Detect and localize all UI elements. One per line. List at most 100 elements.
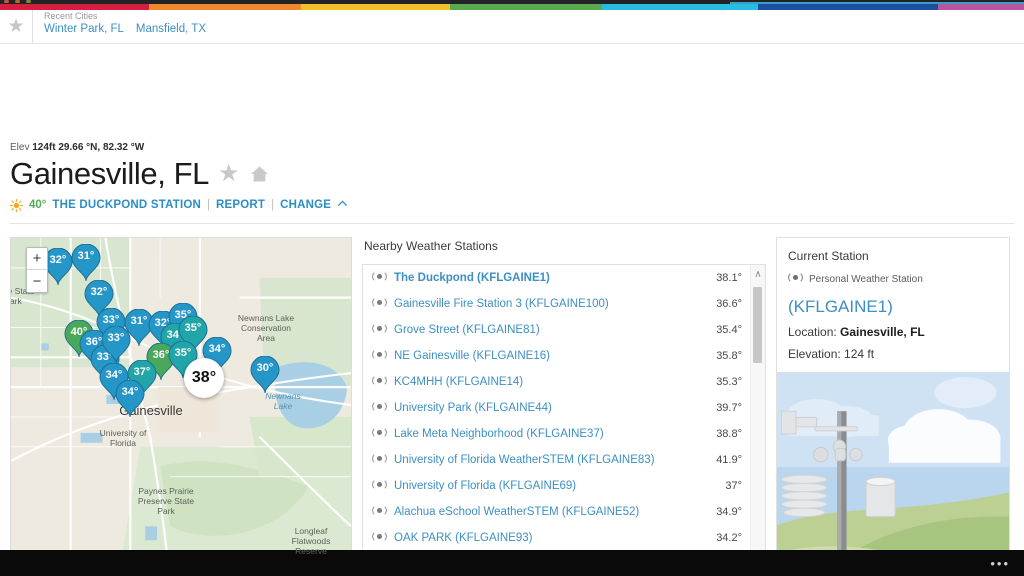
weather-station-illustration bbox=[777, 372, 1009, 563]
map-marker-temperature: 34° bbox=[208, 343, 226, 355]
station-name-link[interactable]: KC4MHH (KFLGAINE14) bbox=[394, 376, 716, 388]
station-name-link[interactable]: Gainesville Fire Station 3 (KFLGAINE100) bbox=[394, 298, 716, 310]
stations-scrollbar[interactable]: ∧ ∨ bbox=[750, 265, 765, 563]
current-station-type-label: Personal Weather Station bbox=[809, 273, 923, 285]
map-marker-temperature: 35° bbox=[174, 347, 192, 359]
rainbow-segment-3 bbox=[449, 4, 602, 10]
station-row[interactable]: KC4MHH (KFLGAINE14) 35.3° bbox=[363, 369, 750, 395]
recent-city-link-1[interactable]: Mansfield, TX bbox=[136, 23, 206, 35]
station-temperature: 35.4° bbox=[716, 324, 742, 336]
station-temperature: 35.3° bbox=[716, 376, 742, 388]
station-name-link[interactable]: NE Gainesville (KFLGAINE16) bbox=[394, 350, 716, 362]
sun-icon bbox=[10, 198, 23, 212]
station-temperature: 35.8° bbox=[716, 350, 742, 362]
map-canvas bbox=[11, 238, 351, 563]
scrollbar-thumb[interactable] bbox=[753, 287, 762, 363]
station-signal-icon bbox=[372, 297, 394, 311]
city-title-row: Gainesville, FL ★ bbox=[10, 156, 1014, 192]
nearby-stations-box: The Duckpond (KFLGAINE1) 38.1° Gainesville… bbox=[362, 264, 766, 564]
station-signal-icon bbox=[788, 272, 803, 286]
elevation-coordinates: Elev 124ft 29.66 °N, 82.32 °W bbox=[10, 141, 1014, 155]
station-row[interactable]: University Park (KFLGAINE44) 39.7° bbox=[363, 395, 750, 421]
recent-cities-links: Winter Park, FL Mansfield, TX bbox=[44, 23, 206, 35]
report-link[interactable]: REPORT bbox=[216, 199, 265, 211]
chrome-dot-1 bbox=[4, 0, 9, 3]
map-zoom-out-button[interactable]: − bbox=[27, 270, 47, 292]
current-station-label[interactable]: THE DUCKPOND STATION bbox=[52, 199, 201, 211]
star-icon: ★ bbox=[7, 16, 25, 37]
chrome-dot-3 bbox=[26, 0, 31, 3]
elev-prefix: Elev bbox=[10, 142, 30, 153]
map-marker-19[interactable]: 30° bbox=[250, 355, 280, 394]
favorites-button[interactable]: ★ bbox=[0, 10, 33, 43]
station-name-link[interactable]: University Park (KFLGAINE44) bbox=[394, 402, 716, 414]
station-name-link[interactable]: The Duckpond (KFLGAINE1) bbox=[394, 272, 716, 284]
station-temperature: 34.9° bbox=[716, 506, 742, 518]
station-temperature: 39.7° bbox=[716, 402, 742, 414]
station-signal-icon bbox=[372, 401, 394, 415]
elevation-value: 124ft bbox=[32, 142, 56, 153]
page-title: Gainesville, FL bbox=[10, 156, 210, 191]
station-row[interactable]: The Duckpond (KFLGAINE1) 38.1° bbox=[363, 265, 750, 291]
station-signal-icon bbox=[372, 323, 394, 337]
map-marker-1[interactable]: 31° bbox=[71, 243, 101, 282]
recent-cities-bar: ★ Recent Cities Winter Park, FL Mansfield… bbox=[0, 10, 1024, 44]
home-icon[interactable] bbox=[249, 164, 270, 184]
chrome-tab-dots bbox=[4, 0, 31, 3]
station-temperature: 38.8° bbox=[716, 428, 742, 440]
coordinates-value: 29.66 °N, 82.32 °W bbox=[58, 142, 145, 153]
station-row[interactable]: NE Gainesville (KFLGAINE16) 35.8° bbox=[363, 343, 750, 369]
nearby-stations-list: The Duckpond (KFLGAINE1) 38.1° Gainesville… bbox=[363, 265, 750, 563]
station-temperature: 38.1° bbox=[716, 272, 742, 284]
current-temperature: 40° bbox=[29, 199, 47, 211]
rainbow-segment-5 bbox=[757, 4, 938, 10]
nearby-stations-title: Nearby Weather Stations bbox=[364, 239, 498, 253]
overflow-menu-icon[interactable]: ••• bbox=[990, 556, 1010, 571]
station-row[interactable]: Alachua eSchool WeatherSTEM (KFLGAINE52)… bbox=[363, 499, 750, 525]
change-link[interactable]: CHANGE bbox=[280, 199, 331, 211]
nearby-stations-panel: Nearby Weather Stations The Duckpond (KF… bbox=[362, 237, 766, 564]
station-row[interactable]: University of Florida WeatherSTEM (KFLGA… bbox=[363, 447, 750, 473]
map-zoom-controls[interactable]: + − bbox=[26, 247, 48, 293]
location-value: Gainesville, FL bbox=[840, 325, 925, 339]
chrome-active-tab-strip[interactable] bbox=[730, 2, 1024, 4]
station-signal-icon bbox=[372, 479, 394, 493]
station-row[interactable]: Grove Street (KFLGAINE81) 35.4° bbox=[363, 317, 750, 343]
bottom-status-bar: ••• bbox=[0, 550, 1024, 576]
chevron-up-icon[interactable] bbox=[337, 198, 348, 212]
station-signal-icon bbox=[372, 531, 394, 545]
map-marker-17[interactable]: 34° bbox=[115, 379, 145, 418]
recent-city-link-0[interactable]: Winter Park, FL bbox=[44, 23, 124, 35]
separator-1: | bbox=[207, 199, 210, 211]
map-zoom-in-button[interactable]: + bbox=[27, 248, 47, 270]
station-row[interactable]: Lake Meta Neighborhood (KFLGAINE37) 38.8° bbox=[363, 421, 750, 447]
station-name-link[interactable]: Lake Meta Neighborhood (KFLGAINE37) bbox=[394, 428, 716, 440]
station-name-link[interactable]: Alachua eSchool WeatherSTEM (KFLGAINE52) bbox=[394, 506, 716, 518]
station-row[interactable]: OAK PARK (KFLGAINE93) 34.2° bbox=[363, 525, 750, 551]
current-station-id[interactable]: (KFLGAINE1) bbox=[777, 286, 1009, 317]
map-marker-temperature: 30° bbox=[256, 362, 274, 374]
rainbow-segment-4 bbox=[601, 4, 758, 10]
star-icon[interactable]: ★ bbox=[218, 162, 240, 186]
station-name-link[interactable]: University of Florida WeatherSTEM (KFLGA… bbox=[394, 454, 716, 466]
current-station-title: Current Station bbox=[788, 249, 869, 263]
current-station-location: Location: Gainesville, FL bbox=[777, 317, 1009, 339]
current-station-panel: Current Station Personal Weather Station… bbox=[776, 237, 1010, 564]
station-row[interactable]: University of Florida (KFLGAINE69) 37° bbox=[363, 473, 750, 499]
rainbow-segment-2 bbox=[300, 4, 450, 10]
rainbow-segment-6 bbox=[937, 4, 1024, 10]
map-marker-temperature: 32° bbox=[90, 286, 108, 298]
map-marker-temperature: 35° bbox=[184, 322, 202, 334]
station-map[interactable]: + − serve StateParkNewnans LakeConservat… bbox=[10, 237, 352, 564]
station-row[interactable]: Gainesville Fire Station 3 (KFLGAINE100)… bbox=[363, 291, 750, 317]
chevron-up-icon[interactable]: ∧ bbox=[754, 269, 761, 280]
station-temperature: 34.2° bbox=[716, 532, 742, 544]
station-name-link[interactable]: OAK PARK (KFLGAINE93) bbox=[394, 532, 716, 544]
station-temperature: 37° bbox=[725, 480, 742, 492]
station-signal-icon bbox=[372, 349, 394, 363]
station-name-link[interactable]: University of Florida (KFLGAINE69) bbox=[394, 480, 725, 492]
main-content: + − serve StateParkNewnans LakeConservat… bbox=[0, 224, 1024, 564]
station-name-link[interactable]: Grove Street (KFLGAINE81) bbox=[394, 324, 716, 336]
separator-2: | bbox=[271, 199, 275, 211]
map-marker-selected[interactable]: 38° bbox=[184, 358, 224, 398]
